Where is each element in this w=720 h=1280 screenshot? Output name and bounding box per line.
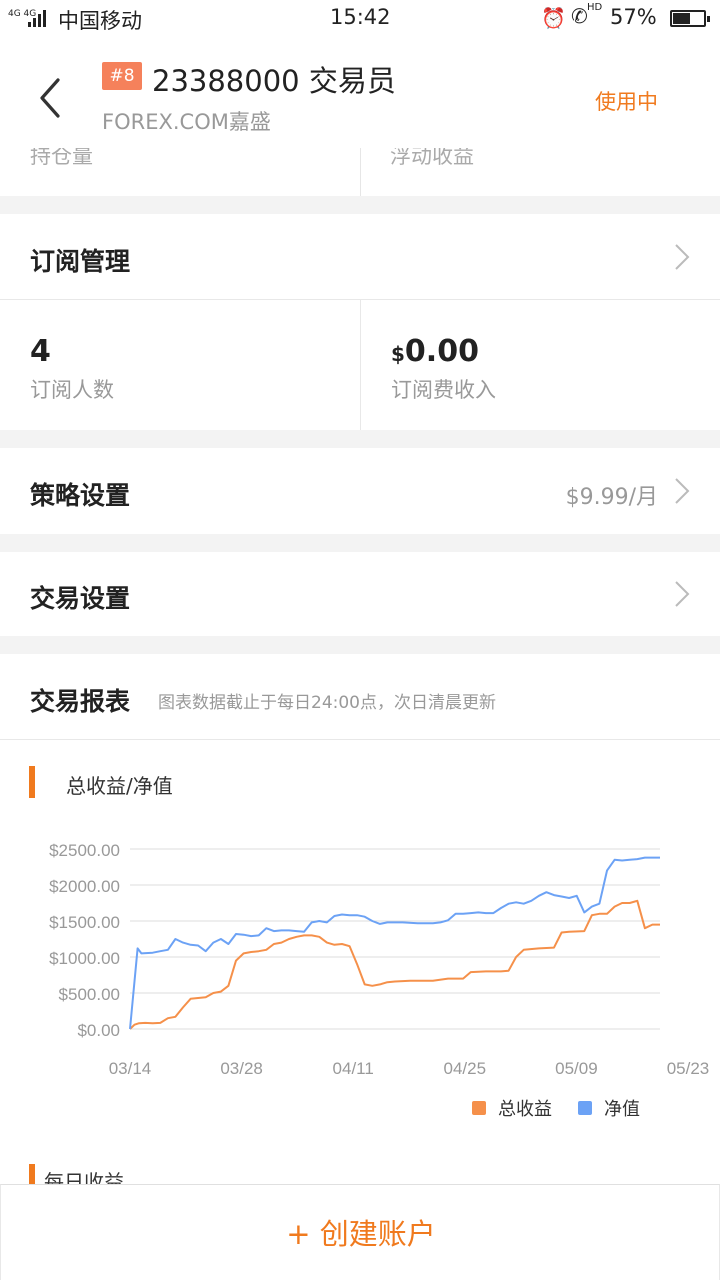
chevron-right-icon <box>675 244 690 270</box>
position-stats-row: 持仓量 浮动收益 <box>0 148 720 196</box>
income-equity-chart: $2500.00 $2000.00 $1500.00 $1000.00 $500.00 $… <box>49 841 710 1120</box>
trade-settings-row[interactable]: 交易设置 <box>0 552 720 636</box>
account-title: 23388000 交易员 <box>152 64 396 98</box>
y-tick-label: $1000.00 <box>49 949 120 968</box>
legend-swatch <box>578 1101 592 1115</box>
subscription-income-label: 订阅费收入 <box>391 378 496 402</box>
subscription-income-cell: $0.00 订阅费收入 <box>361 300 720 430</box>
rank-badge: #8 <box>102 62 142 90</box>
y-tick-label: $500.00 <box>59 985 120 1004</box>
position-label: 持仓量 <box>30 148 93 168</box>
daily-income-title: 每日收益 <box>44 1170 124 1184</box>
create-account-label: 创建账户 <box>319 1217 436 1251</box>
y-tick-label: $0.00 <box>77 1021 120 1040</box>
broker-name: FOREX.COM嘉盛 <box>102 110 271 134</box>
subscriber-count: 4 <box>30 334 51 369</box>
alarm-icon: ⏰ <box>541 6 566 30</box>
report-note: 图表数据截止于每日24:00点，次日清晨更新 <box>158 693 496 713</box>
hd-icon: HD <box>587 2 603 13</box>
currency-symbol: $ <box>391 342 405 366</box>
create-account-button[interactable]: + 创建账户 <box>1 1211 720 1253</box>
subscription-management-row[interactable]: 订阅管理 <box>0 214 720 300</box>
x-tick-label: 03/14 <box>109 1059 152 1078</box>
account-status: 使用中 <box>595 90 658 114</box>
subscriber-count-label: 订阅人数 <box>30 378 114 402</box>
chevron-right-icon <box>675 478 690 504</box>
chart-title: 总收益/净值 <box>66 774 173 798</box>
subscription-management-label: 订阅管理 <box>30 247 131 276</box>
subscriber-count-cell: 4 订阅人数 <box>0 300 360 430</box>
x-tick-label: 04/11 <box>333 1059 374 1078</box>
status-bar: 4G 4G 中国移动 15:42 ⏰ ✆ HD 57% <box>0 0 720 38</box>
x-tick-label: 05/23 <box>667 1059 710 1078</box>
chart-title-marker <box>29 766 35 798</box>
battery-icon <box>670 10 710 27</box>
trade-settings-label: 交易设置 <box>30 584 131 613</box>
floating-pnl-label: 浮动收益 <box>390 148 474 168</box>
x-tick-label: 03/28 <box>220 1059 263 1078</box>
plus-icon: + <box>286 1217 311 1251</box>
phone-icon: ✆ <box>571 4 588 28</box>
y-tick-label: $1500.00 <box>49 913 120 932</box>
y-tick-label: $2500.00 <box>49 841 120 860</box>
series-line <box>129 856 660 1030</box>
report-title: 交易报表 <box>30 687 131 716</box>
signal-icon <box>28 9 52 27</box>
x-tick-label: 04/25 <box>444 1059 487 1078</box>
x-tick-label: 05/09 <box>555 1059 598 1078</box>
strategy-settings-label: 策略设置 <box>30 481 131 510</box>
chevron-right-icon <box>675 581 690 607</box>
y-tick-label: $2000.00 <box>49 877 120 896</box>
legend-label: 总收益 <box>498 1099 552 1120</box>
account-header: #8 23388000 交易员 FOREX.COM嘉盛 使用中 <box>0 38 720 148</box>
battery-fill <box>673 13 690 24</box>
series-line <box>129 899 660 1030</box>
clock: 15:42 <box>330 5 391 29</box>
legend-label: 净值 <box>604 1099 640 1120</box>
legend-swatch <box>472 1101 486 1115</box>
bottom-bar: + 创建账户 <box>0 1184 720 1280</box>
carrier-name: 中国移动 <box>58 9 142 33</box>
daily-income-marker <box>29 1164 35 1186</box>
back-arrow-icon[interactable] <box>30 76 70 120</box>
strategy-price: $9.99/月 <box>565 485 658 510</box>
strategy-settings-row[interactable]: 策略设置 $9.99/月 <box>0 448 720 534</box>
battery-percent: 57% <box>610 5 657 29</box>
subscription-income: 0.00 <box>404 334 479 369</box>
